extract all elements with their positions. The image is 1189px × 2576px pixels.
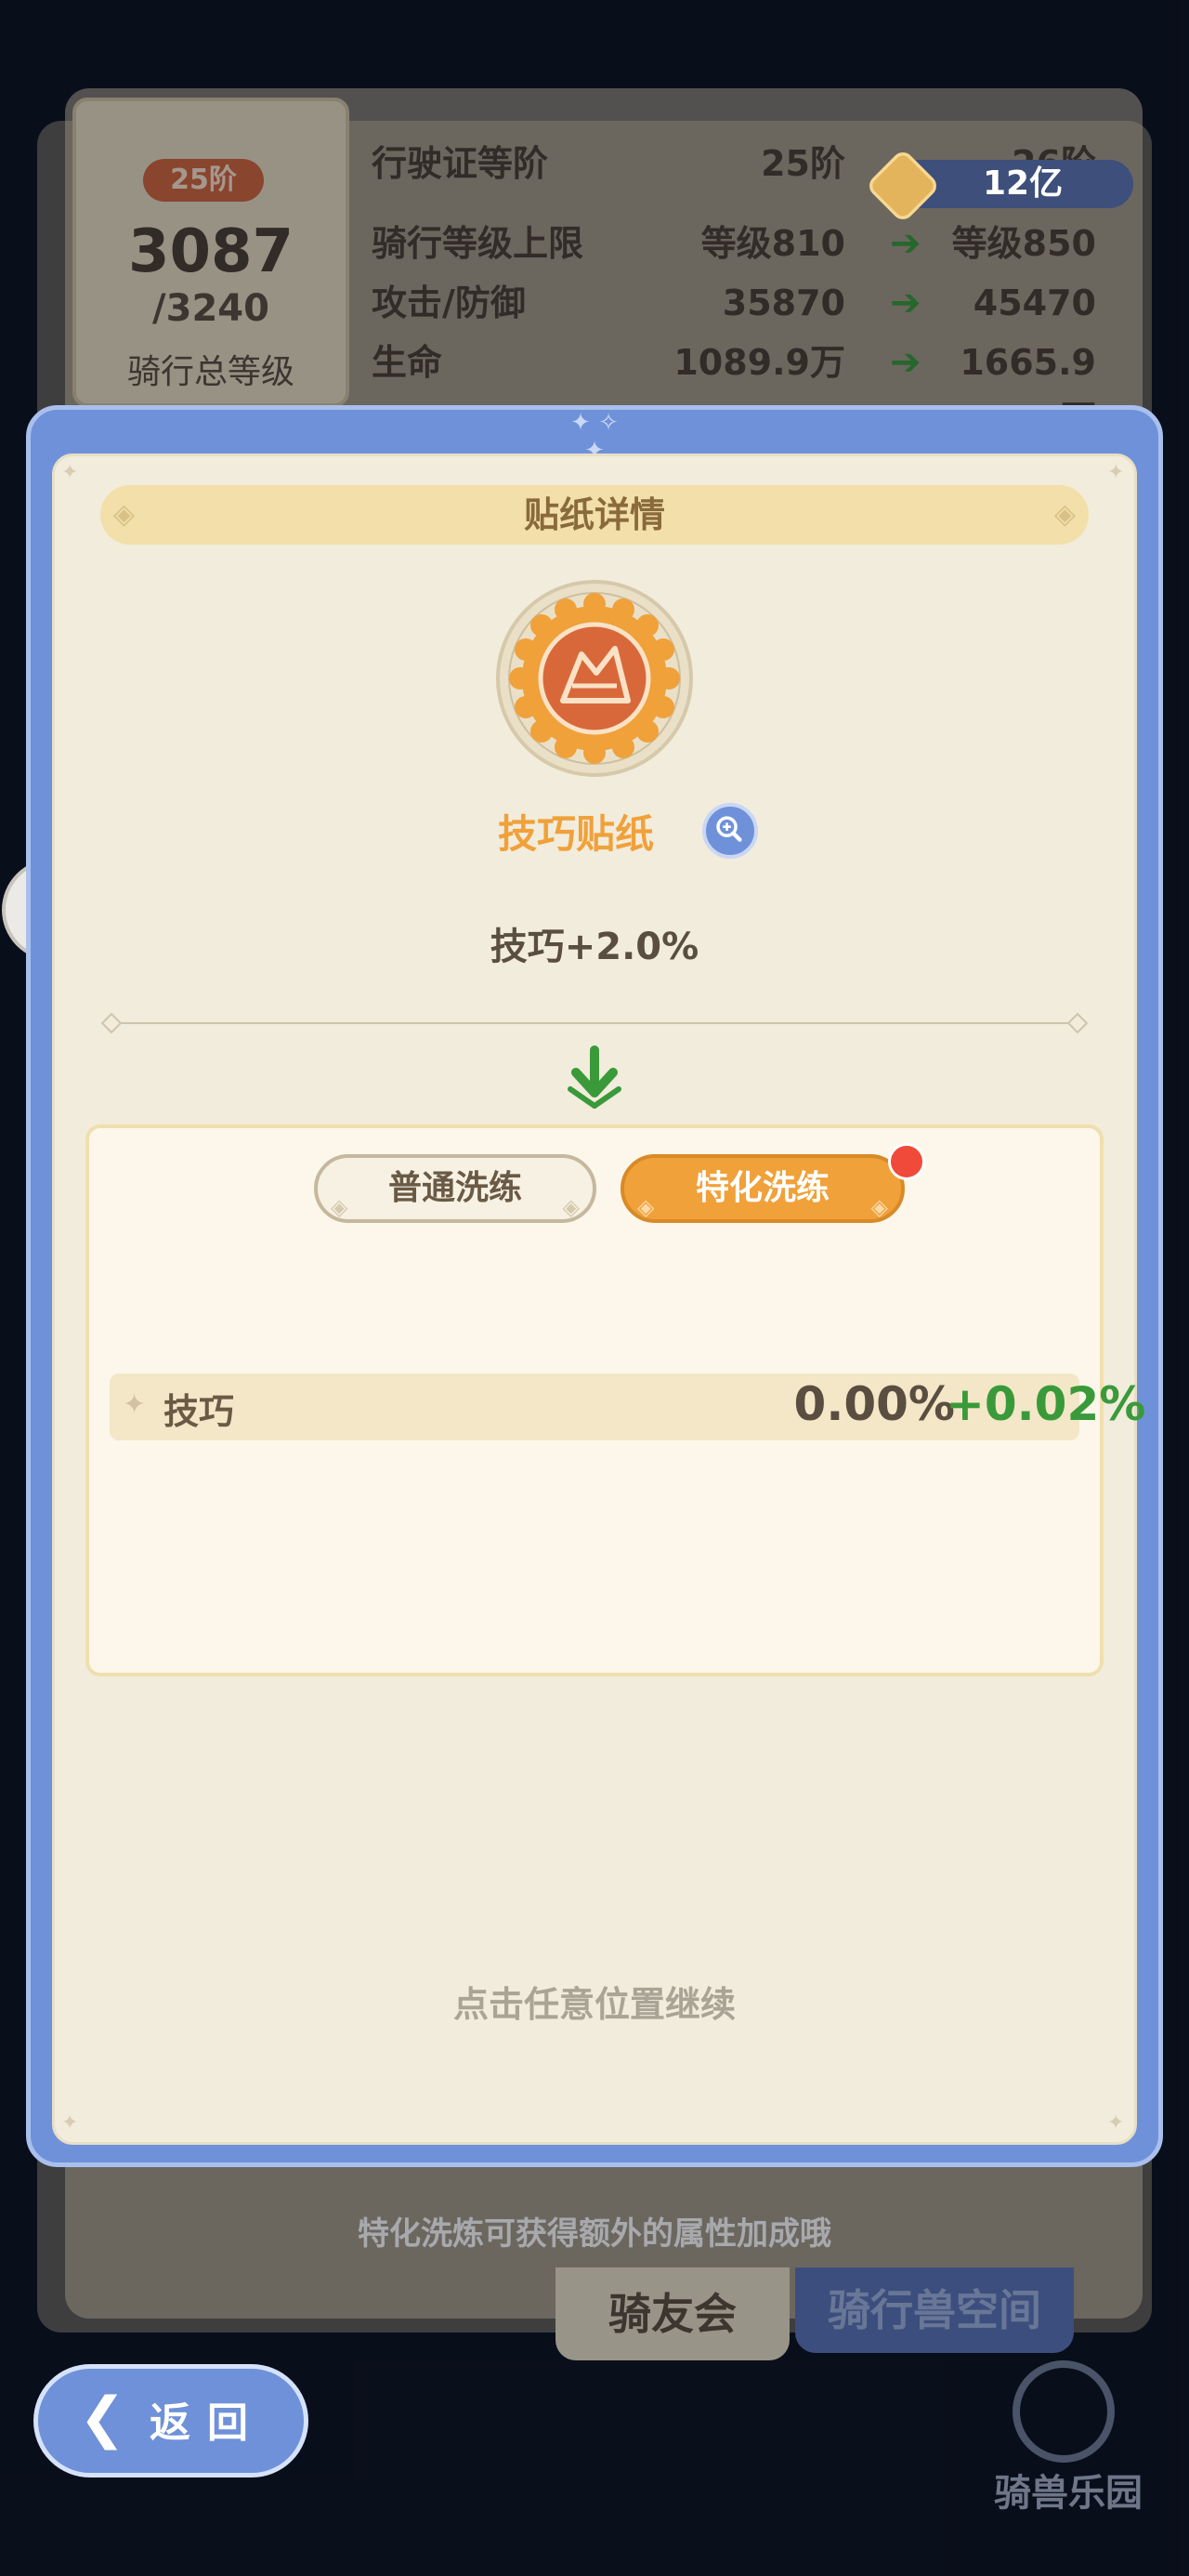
modal-top-ornament-icon: ✦ ✧ ✦	[570, 409, 619, 465]
attribute-name: 技巧	[163, 1391, 235, 1432]
diamond-ornament-icon: ◈	[113, 498, 136, 531]
attribute-row: ✦ 技巧 0.00% +0.02%	[110, 1373, 1146, 1440]
sparkle-icon: ✦	[123, 1388, 147, 1421]
tab-normal-refine[interactable]: ◈ 普通洗练 ◈	[314, 1154, 596, 1223]
corner-ornament-icon: ✦	[61, 2111, 79, 2135]
diamond-ornament-icon: ◈	[562, 1194, 580, 1220]
diamond-ornament-icon: ◈	[1053, 498, 1076, 531]
skill-sticker-icon	[496, 580, 693, 777]
tab-special-refine[interactable]: ◈ 特化洗练 ◈	[621, 1154, 905, 1223]
modal-title-ribbon: ◈ 贴纸详情 ◈	[100, 485, 1089, 545]
mount-park-label: 骑兽乐园	[994, 2472, 1143, 2515]
back-label: 返回	[150, 2399, 265, 2447]
zoom-in-icon[interactable]	[702, 803, 758, 859]
attribute-current: 0.00%	[793, 1377, 955, 1431]
attribute-gain: +0.02%	[946, 1377, 1146, 1431]
diamond-ornament-icon: ◈	[331, 1194, 348, 1220]
corner-ornament-icon: ✦	[1107, 461, 1125, 484]
currency-amount: 12亿	[983, 164, 1064, 203]
diamond-ornament-icon: ◈	[870, 1194, 888, 1220]
sticker-effect: 技巧+2.0%	[490, 926, 699, 968]
divider	[104, 1022, 1085, 1024]
ferris-wheel-icon	[1013, 2360, 1115, 2463]
back-arrow-icon: ❮	[79, 2385, 126, 2451]
diamond-ornament-icon: ◈	[637, 1194, 655, 1220]
down-arrow-icon	[568, 1045, 621, 1109]
corner-ornament-icon: ✦	[61, 461, 79, 484]
mount-park-button[interactable]: 骑兽乐园	[985, 2360, 1152, 2518]
sticker-name: 技巧贴纸	[497, 811, 654, 857]
notification-dot	[888, 1143, 925, 1180]
modal-title: 贴纸详情	[523, 494, 665, 535]
tap-to-continue-hint: 点击任意位置继续	[452, 1984, 736, 2025]
back-button[interactable]: ❮ 返回	[33, 2364, 308, 2477]
corner-ornament-icon: ✦	[1107, 2111, 1125, 2135]
